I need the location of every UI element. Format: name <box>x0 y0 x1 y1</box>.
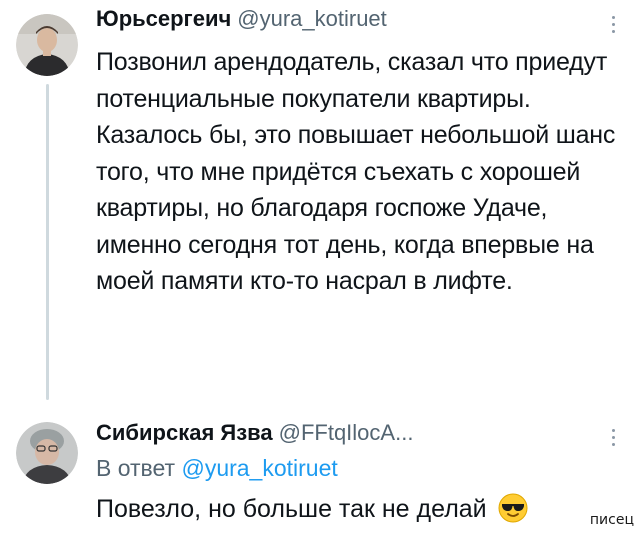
sunglasses-emoji-icon <box>498 493 528 531</box>
author-handle[interactable]: @yura_kotiruet <box>237 6 387 31</box>
author-avatar[interactable] <box>16 14 78 76</box>
reply-to-line: В ответ @yura_kotiruet <box>96 454 338 482</box>
more-vertical-icon[interactable] <box>612 16 616 38</box>
reply-author-display-name[interactable]: Сибирская Язва <box>96 420 273 445</box>
reply-to-prefix: В ответ <box>96 455 176 481</box>
tweet-header: Юрьсергеич @yura_kotiruet <box>96 6 387 32</box>
more-vertical-icon[interactable] <box>612 429 616 451</box>
reply-text-row: Повезло, но больше так не делай <box>96 493 528 531</box>
reply-author-handle[interactable]: @FFtqIlocA... <box>279 420 414 445</box>
tweet-text: Позвонил арендодатель, сказал что приеду… <box>96 48 616 295</box>
author-display-name[interactable]: Юрьсергеич <box>96 6 231 31</box>
thread-connector-line <box>46 84 49 400</box>
reply-to-mention[interactable]: @yura_kotiruet <box>181 455 337 481</box>
watermark: писец <box>589 512 634 528</box>
reply-author-avatar[interactable] <box>16 422 78 484</box>
reply-header: Сибирская Язва @FFtqIlocA... <box>96 420 413 446</box>
user-photo-avatar-icon <box>16 422 78 484</box>
reply-text: Повезло, но больше так не делай <box>96 495 487 523</box>
user-photo-avatar-icon <box>16 14 78 76</box>
